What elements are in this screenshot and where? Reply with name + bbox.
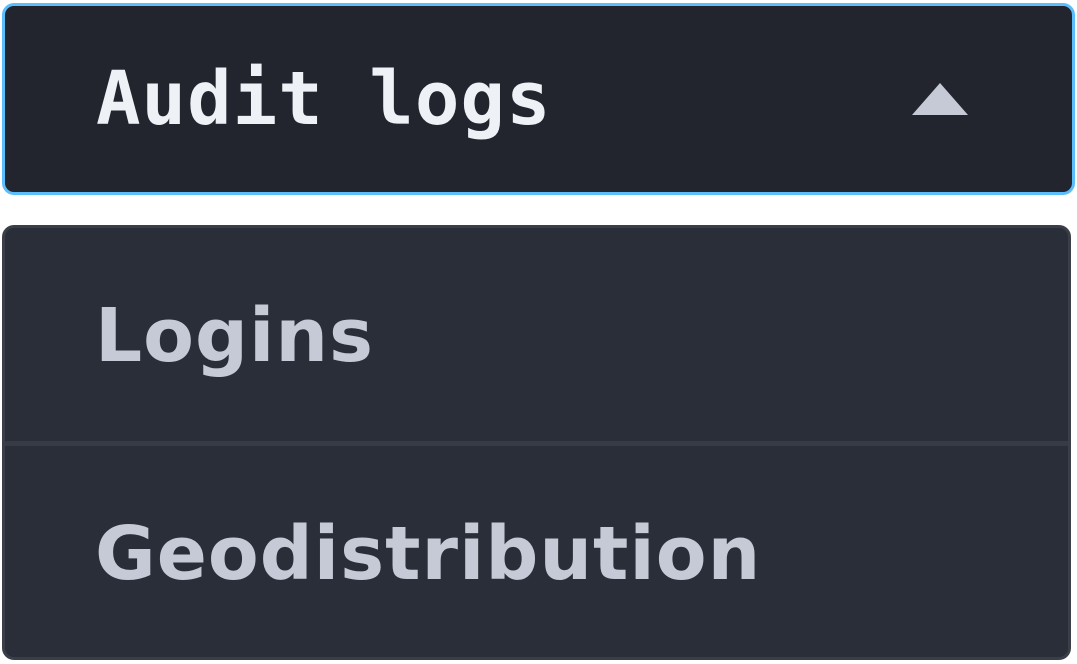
menu-divider: [5, 441, 1068, 446]
menu-option-geodistribution[interactable]: Geodistribution: [5, 447, 1068, 657]
menu-option-label: Logins: [95, 292, 375, 379]
dropdown-menu: Logins Geodistribution: [2, 225, 1071, 660]
caret-up-icon[interactable]: [910, 81, 970, 117]
menu-option-logins[interactable]: Logins: [5, 228, 1068, 443]
menu-option-label: Geodistribution: [95, 510, 762, 597]
audit-logs-dropdown[interactable]: Audit logs: [2, 3, 1075, 195]
dropdown-selected-label: Audit logs: [96, 56, 552, 142]
